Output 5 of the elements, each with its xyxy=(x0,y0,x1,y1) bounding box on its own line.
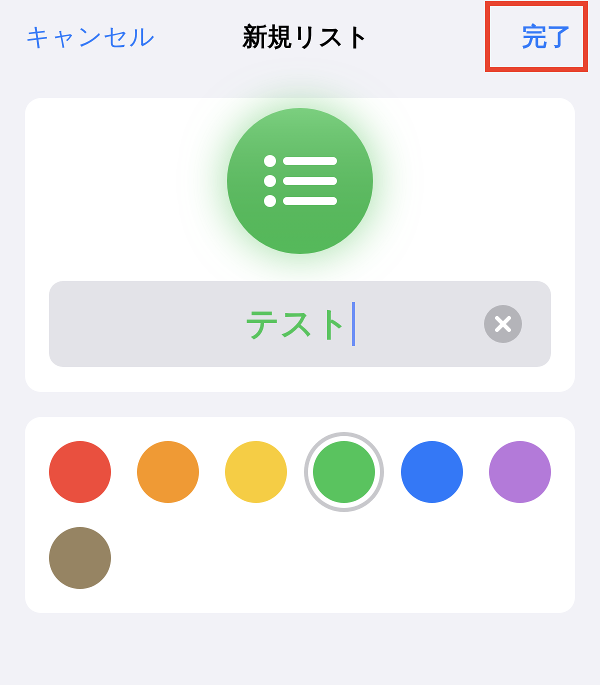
color-swatch[interactable] xyxy=(313,441,375,503)
cancel-button[interactable]: キャンセル xyxy=(25,20,155,53)
clear-icon[interactable] xyxy=(484,305,522,343)
done-button[interactable]: 完了 xyxy=(485,1,588,72)
screen-title: 新規リスト xyxy=(242,21,370,53)
